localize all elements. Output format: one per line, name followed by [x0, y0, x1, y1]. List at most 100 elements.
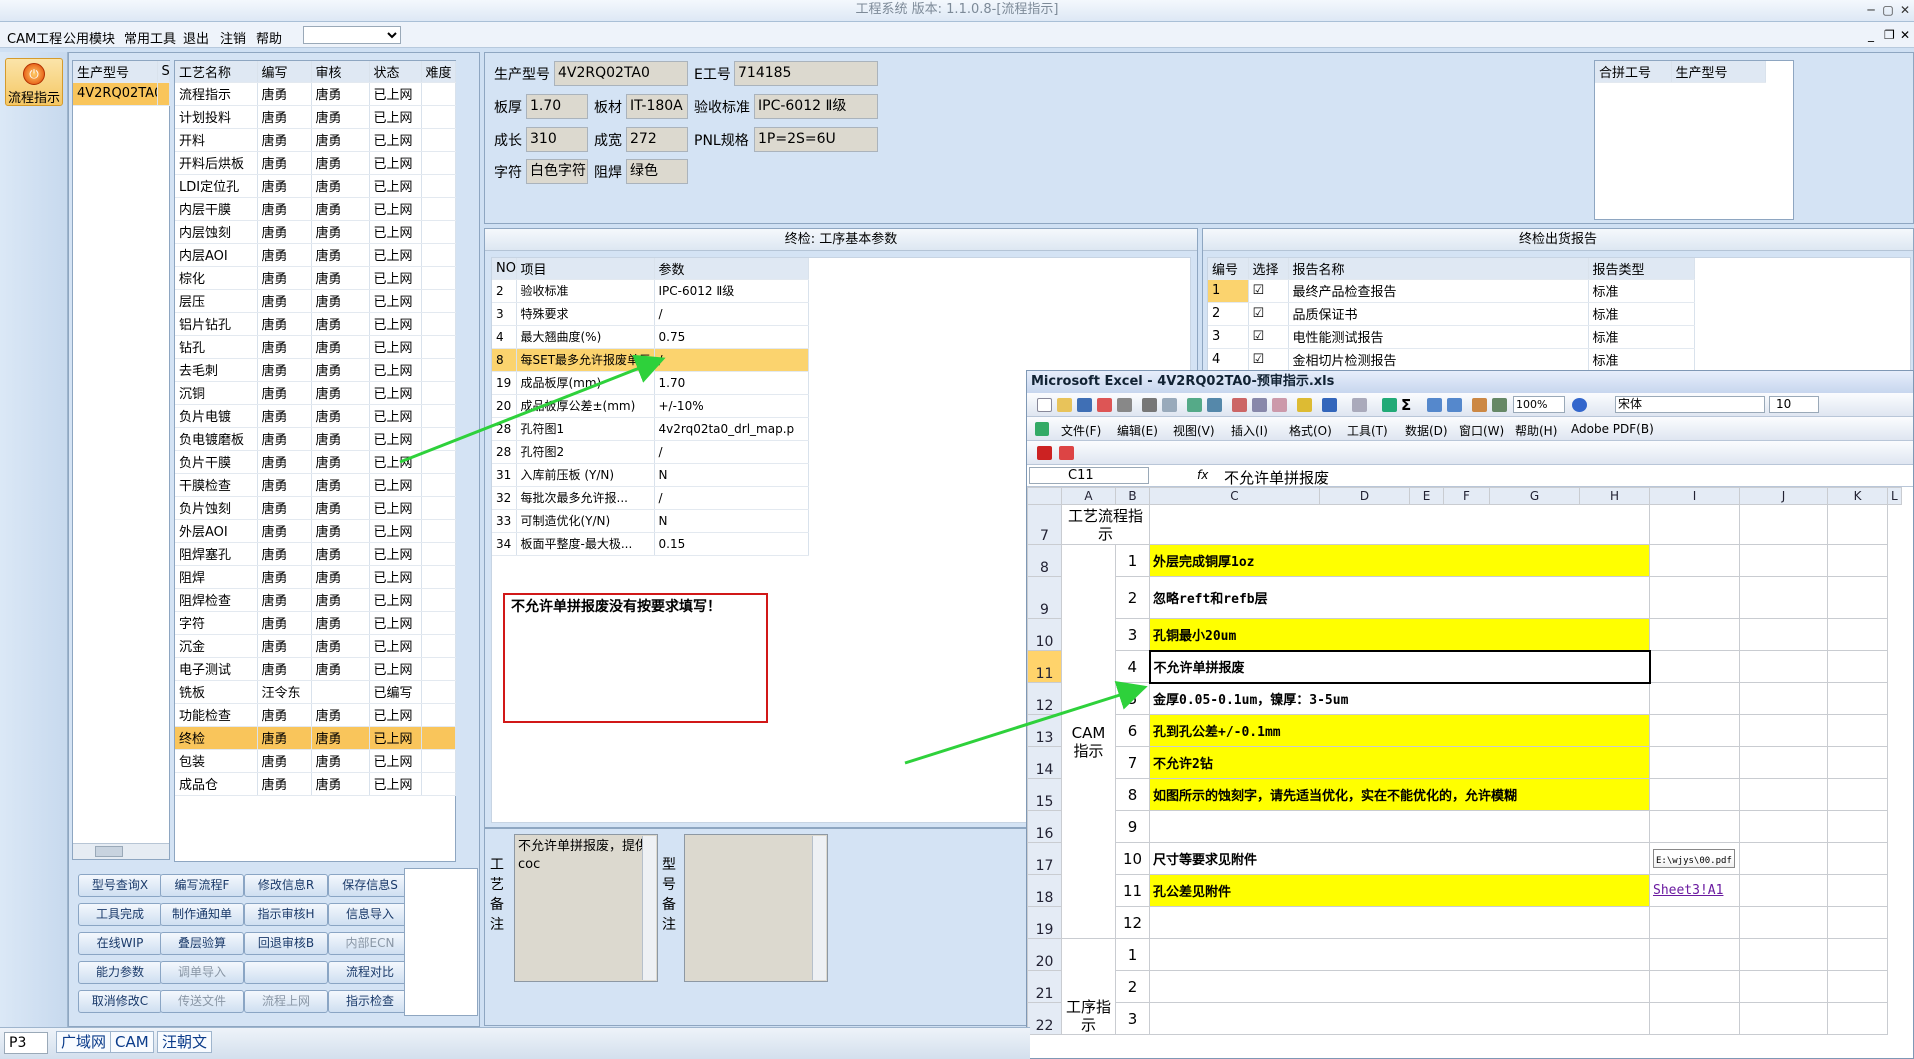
process-cell[interactable] — [421, 496, 456, 520]
new-icon[interactable] — [1037, 398, 1052, 412]
param-cell[interactable]: +/-10% — [654, 394, 809, 418]
process-cell[interactable]: 已上网 — [369, 542, 422, 566]
report-checkbox[interactable]: ☑ — [1248, 302, 1289, 326]
row-header[interactable]: 14 — [1027, 746, 1062, 779]
process-cell[interactable]: 已上网 — [369, 772, 422, 796]
process-cell[interactable] — [421, 519, 456, 543]
report-header-name[interactable]: 报告名称 — [1288, 258, 1589, 280]
merge-header-eno[interactable]: 合拼工号 — [1595, 61, 1672, 83]
process-cell[interactable]: 唐勇 — [311, 427, 370, 451]
flow-instruction-button[interactable]: ⏻ 流程指示 — [5, 58, 63, 106]
process-header-reviewer[interactable]: 审核 — [311, 61, 370, 83]
process-cell[interactable] — [421, 312, 456, 336]
row-header[interactable]: 7 — [1027, 504, 1062, 545]
cell[interactable] — [1827, 746, 1888, 779]
report-cell[interactable]: 最终产品检查报告 — [1288, 279, 1589, 303]
process-cell[interactable] — [421, 289, 456, 313]
process-cell[interactable]: 唐勇 — [311, 772, 370, 796]
cell[interactable] — [1739, 504, 1828, 545]
param-row[interactable]: 3 特殊要求 / — [492, 302, 809, 326]
process-cell[interactable]: 唐勇 — [257, 450, 312, 474]
process-row[interactable]: 铝片钻孔 唐勇 唐勇 已上网 — [175, 312, 456, 336]
process-cell[interactable]: 唐勇 — [257, 634, 312, 658]
menu-exit[interactable]: 退出 — [183, 28, 209, 47]
cell[interactable] — [1827, 970, 1888, 1003]
process-cell[interactable]: 已上网 — [369, 82, 422, 106]
process-cell[interactable] — [421, 657, 456, 681]
param-cell[interactable]: N — [654, 463, 809, 487]
process-cell[interactable]: 唐勇 — [257, 151, 312, 175]
row-header[interactable]: 22 — [1027, 1002, 1062, 1035]
param-row[interactable]: 33 可制造优化(Y/N) N — [492, 509, 809, 533]
cell[interactable] — [1739, 842, 1828, 875]
cell-j[interactable] — [1649, 746, 1740, 779]
process-header-status[interactable]: 状态 — [369, 61, 422, 83]
number-cell[interactable]: 1 — [1115, 938, 1150, 971]
report-cell[interactable]: 1 — [1208, 279, 1249, 303]
params-header-value[interactable]: 参数 — [654, 258, 809, 280]
cut-icon[interactable] — [1232, 398, 1247, 412]
process-cell[interactable]: 唐勇 — [311, 473, 370, 497]
process-row[interactable]: 铣板 汪令东 已编写 — [175, 680, 456, 704]
process-cell[interactable] — [421, 588, 456, 612]
cell[interactable] — [1827, 906, 1888, 939]
param-cell[interactable]: 0.15 — [654, 532, 809, 556]
process-row[interactable]: 外层AOI 唐勇 唐勇 已上网 — [175, 519, 456, 543]
process-row[interactable]: 钻孔 唐勇 唐勇 已上网 — [175, 335, 456, 359]
process-row[interactable]: 内层蚀刻 唐勇 唐勇 已上网 — [175, 220, 456, 244]
instruction-cell[interactable]: 金厚0.05-0.1um，镍厚：3-5um — [1149, 682, 1650, 715]
cell[interactable] — [1739, 874, 1828, 907]
permission-icon[interactable] — [1097, 398, 1112, 412]
process-cell[interactable]: 唐勇 — [257, 312, 312, 336]
process-cell[interactable]: 阻焊检查 — [175, 588, 258, 612]
cell[interactable] — [1827, 544, 1888, 577]
process-cell[interactable]: 已上网 — [369, 128, 422, 152]
param-cell[interactable]: 成品板厚(mm) — [516, 371, 655, 395]
report-checkbox[interactable]: ☑ — [1248, 325, 1289, 349]
process-cell[interactable] — [421, 335, 456, 359]
excel-menu-item[interactable]: 窗口(W) — [1459, 422, 1504, 439]
process-cell[interactable] — [421, 772, 456, 796]
process-cell[interactable]: 内层干膜 — [175, 197, 258, 221]
action-button[interactable]: 调单导入 — [160, 961, 244, 984]
process-cell[interactable]: 唐勇 — [257, 772, 312, 796]
process-cell[interactable] — [421, 473, 456, 497]
excel-menu-item[interactable]: 格式(O) — [1289, 422, 1332, 439]
number-cell[interactable]: 2 — [1115, 576, 1150, 619]
process-row[interactable]: 层压 唐勇 唐勇 已上网 — [175, 289, 456, 313]
menu-help[interactable]: 帮助 — [256, 28, 282, 47]
process-row[interactable]: 阻焊塞孔 唐勇 唐勇 已上网 — [175, 542, 456, 566]
instruction-cell[interactable]: 忽略reft和refb层 — [1149, 576, 1650, 619]
width-field[interactable]: 272 — [626, 127, 688, 152]
process-cell[interactable]: 包装 — [175, 749, 258, 773]
process-cell[interactable]: 已上网 — [369, 381, 422, 405]
column-header[interactable]: H — [1579, 487, 1650, 505]
process-row[interactable]: 字符 唐勇 唐勇 已上网 — [175, 611, 456, 635]
cell[interactable] — [1827, 504, 1888, 545]
param-cell[interactable]: IPC-6012 Ⅱ级 — [654, 279, 809, 303]
process-cell[interactable]: 负片蚀刻 — [175, 496, 258, 520]
param-cell[interactable]: 孔符图1 — [516, 417, 655, 441]
process-cell[interactable] — [421, 243, 456, 267]
process-cell[interactable]: 已上网 — [369, 427, 422, 451]
row-header[interactable]: 17 — [1027, 842, 1062, 875]
pdf-icon[interactable] — [1037, 446, 1052, 460]
cell[interactable] — [1649, 504, 1740, 545]
number-cell[interactable]: 1 — [1115, 544, 1150, 577]
process-cell[interactable] — [421, 197, 456, 221]
process-cell[interactable]: 已上网 — [369, 312, 422, 336]
instruction-cell[interactable] — [1149, 906, 1650, 939]
process-cell[interactable]: 唐勇 — [311, 542, 370, 566]
process-row[interactable]: 负片干膜 唐勇 唐勇 已上网 — [175, 450, 456, 474]
process-row[interactable]: 阻焊 唐勇 唐勇 已上网 — [175, 565, 456, 589]
param-row[interactable]: 8 每SET最多允许报废单元 / — [492, 348, 809, 372]
process-cell[interactable]: 已上网 — [369, 726, 422, 750]
report-checkbox[interactable]: ☑ — [1248, 279, 1289, 303]
action-button[interactable]: 编写流程F — [160, 874, 244, 897]
report-cell[interactable]: 标准 — [1588, 348, 1695, 372]
process-cell[interactable]: 沉铜 — [175, 381, 258, 405]
model-list-header-st[interactable]: St — [157, 61, 170, 83]
cell[interactable] — [1739, 576, 1828, 619]
process-row[interactable]: 电子测试 唐勇 唐勇 已上网 — [175, 657, 456, 681]
cell-j[interactable] — [1649, 970, 1740, 1003]
